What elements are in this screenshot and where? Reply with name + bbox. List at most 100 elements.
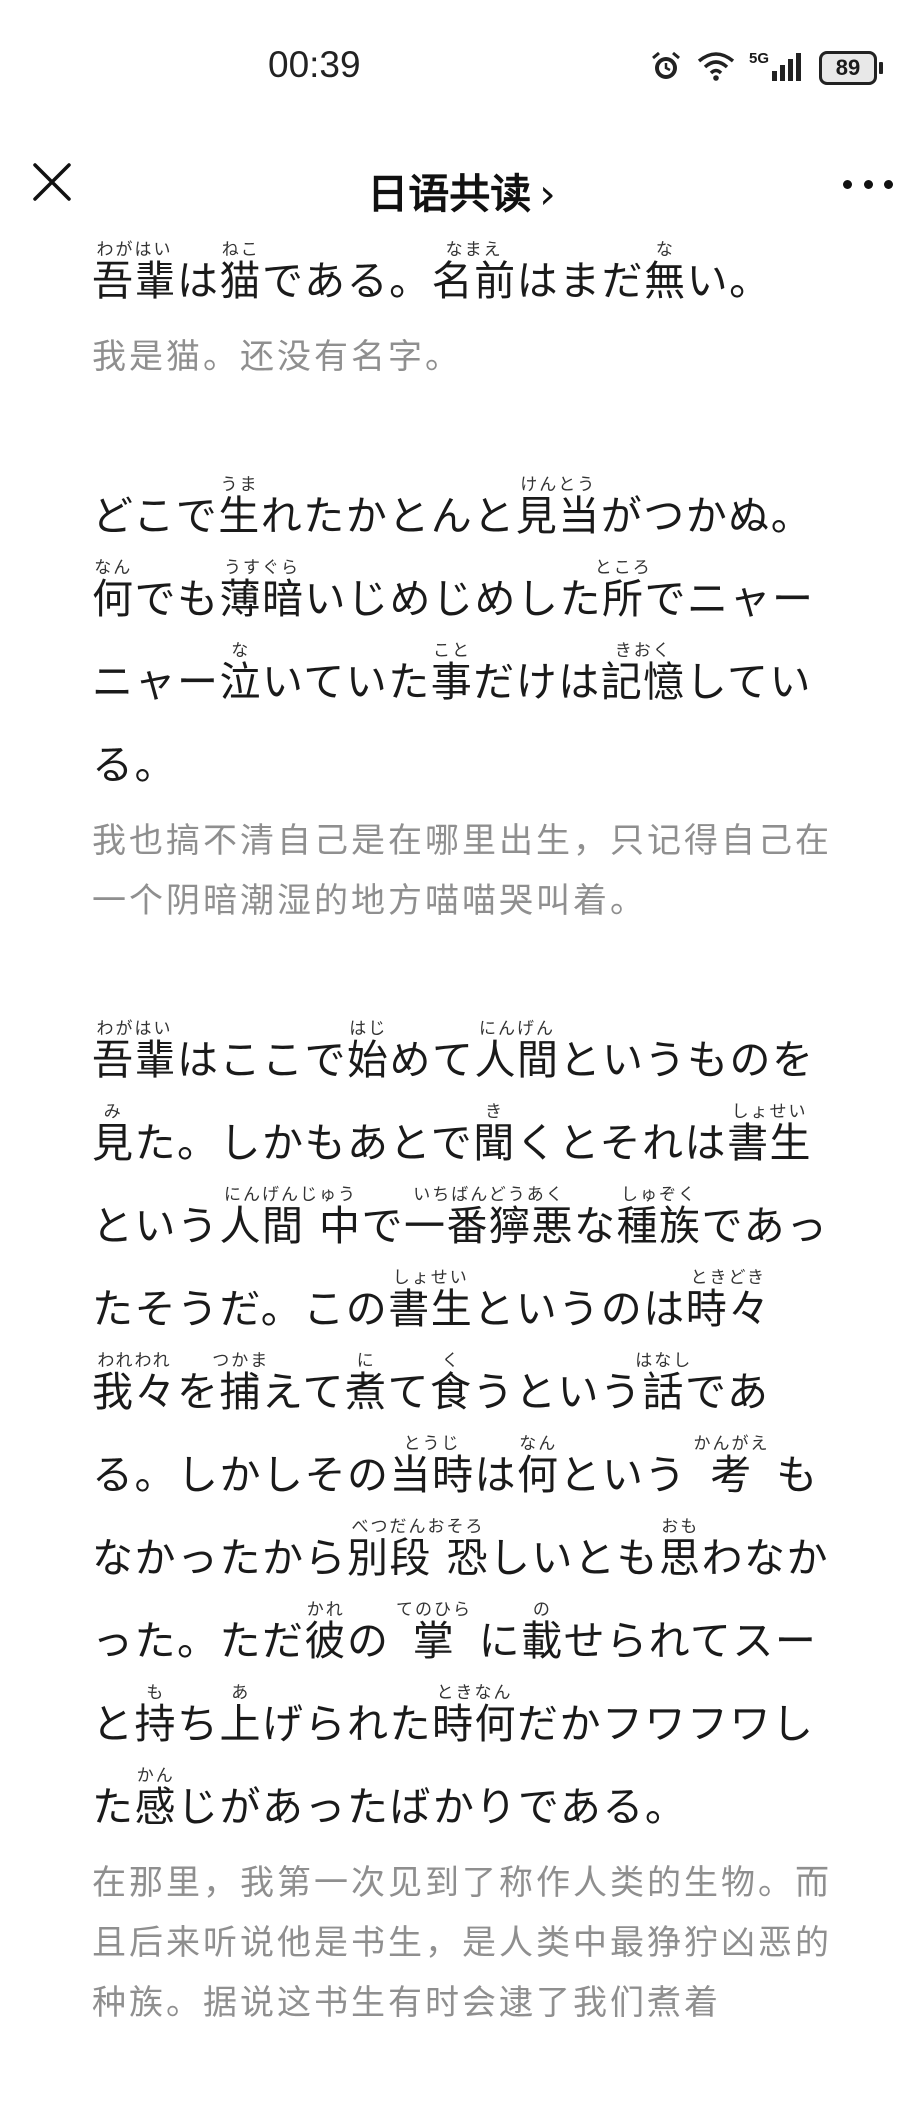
furigana-word: 一番獰悪いちばんどうあく [404,1185,575,1250]
furigana-word: 時何ときなん [432,1683,517,1748]
text-run: くとそれは [515,1119,728,1167]
furigana-reading: ときどき [685,1268,771,1288]
furigana-reading: うすぐら [219,558,305,578]
furigana-word: 当時とうじ [389,1434,475,1499]
furigana-reading: の [521,1600,564,1620]
text-run: だけは [473,658,601,706]
furigana-word: 聞き [473,1102,516,1167]
furigana-word: 何なん [92,558,135,623]
furigana-word: 泣な [219,641,262,706]
nav-title-text: 日语共读 [367,170,532,218]
text-run: じがあったばかりである。 [177,1783,688,1831]
paragraph-block: どこで生うまれたかとんと見当けんとうがつかぬ。何なんでも薄暗うすぐらいじめじめし… [92,475,837,931]
text-run: がつかぬ。 [600,492,814,540]
furigana-reading: てのひら [396,1600,473,1620]
furigana-reading: ときなん [432,1683,517,1703]
text-run: というものを [559,1036,815,1084]
furigana-reading: かん [134,1766,177,1786]
furigana-word: 煮に [344,1351,388,1416]
furigana-word: 吾輩わがはい [92,240,177,305]
furigana-reading: にんげんじゅう [219,1185,362,1205]
text-run: は [474,1451,517,1499]
furigana-reading: な [644,240,687,260]
furigana-reading: なん [517,1434,560,1454]
paragraph-block: 吾輩わがはいは猫ねこである。名前なまえはまだ無ない。 我是猫。还没有名字。 [92,240,837,387]
nav-title[interactable]: 日语共读 › [0,160,923,220]
furigana-word: 見み [92,1102,135,1167]
furigana-word: 時々ときどき [685,1268,771,1333]
chinese-translation: 我也搞不清自己是在哪里出生，只记得自己在一个阴暗潮湿的地方喵喵哭叫着。 [92,821,832,921]
japanese-text[interactable]: 吾輩わがはいは猫ねこである。名前なまえはまだ無ない。 [92,240,837,323]
text-run: に [464,1617,522,1665]
furigana-word: 種族しゅぞく [616,1185,702,1250]
furigana-word: 載の [521,1600,564,1665]
japanese-text[interactable]: どこで生うまれたかとんと見当けんとうがつかぬ。何なんでも薄暗うすぐらいじめじめし… [92,475,837,807]
furigana-reading: も [134,1683,177,1703]
network-type: 5G [748,49,769,67]
furigana-word: 書生しょせい [388,1268,474,1333]
text-run: な [574,1202,617,1250]
text-run: である。 [262,257,432,305]
furigana-word: 所ところ [594,558,652,623]
text-run: しいとも [489,1534,660,1582]
furigana-word: 無な [644,240,687,305]
furigana-reading: な [219,641,262,661]
furigana-word: 食く [429,1351,473,1416]
furigana-word: 事こと [430,641,474,706]
text-run: はここで [177,1036,347,1084]
text-run: いていた [262,658,431,706]
text-run: どこで [92,492,219,540]
furigana-word: 人間 中にんげんじゅう [219,1185,362,1250]
furigana-word: 我々われわれ [92,1351,177,1416]
text-run: でも [134,575,220,623]
furigana-reading: はじ [347,1019,390,1039]
text-run: は [177,257,220,305]
text-run: というのは [473,1285,686,1333]
paragraph-block: 吾輩わがはいはここで始はじめて人間にんげんというものを見みた。しかもあとで聞きく… [92,1019,837,2033]
wifi-icon [697,51,735,85]
text-run: うという [472,1368,643,1416]
text-run: た。しかもあとで [134,1119,474,1167]
text-run: て [387,1368,430,1416]
furigana-word: 見当けんとう [515,475,601,540]
text-run: という [559,1451,702,1499]
furigana-reading: かれ [304,1600,347,1620]
more-icon[interactable] [843,174,893,194]
clock: 00:39 [268,44,361,85]
text-run: えて [262,1368,345,1416]
furigana-reading: われわれ [92,1351,177,1371]
furigana-reading: み [92,1102,135,1122]
furigana-word: 考かんがえ [693,1434,770,1499]
status-bar: 00:39 5G 89 [0,0,923,140]
furigana-reading: いちばんどうあく [404,1185,575,1205]
signal-icon [771,51,805,85]
furigana-reading: しょせい [388,1268,474,1288]
furigana-word: 思おも [659,1517,702,1582]
furigana-reading: なん [92,558,135,578]
furigana-reading: はなし [635,1351,693,1371]
furigana-reading: わがはい [92,1019,177,1039]
furigana-word: 生うま [218,475,261,540]
furigana-reading: しょせい [727,1102,813,1122]
chevron-right-icon: › [539,170,556,218]
nav-bar: 日语共读 › [0,140,923,240]
text-run: で [361,1202,405,1250]
text-run: という [92,1202,220,1250]
chinese-translation: 我是猫。还没有名字。 [92,337,462,377]
furigana-reading: なまえ [431,240,517,260]
furigana-reading: おも [659,1517,702,1537]
text-run: れたかとんと [260,492,516,540]
furigana-reading: こと [430,641,474,661]
furigana-word: 記憶きおく [600,641,686,706]
furigana-reading: べつだんおそろ [347,1517,490,1537]
japanese-text[interactable]: 吾輩わがはいはここで始はじめて人間にんげんというものを見みた。しかもあとで聞きく… [92,1019,837,1849]
furigana-reading: とうじ [389,1434,475,1454]
furigana-reading: けんとう [515,475,601,495]
furigana-reading: き [473,1102,516,1122]
furigana-word: 薄暗うすぐら [219,558,305,623]
furigana-reading: きおく [600,641,686,661]
furigana-word: 別段 恐べつだんおそろ [347,1517,490,1582]
status-icons: 5G 89 [649,48,883,88]
furigana-reading: あ [219,1683,262,1703]
furigana-reading: うま [218,475,261,495]
